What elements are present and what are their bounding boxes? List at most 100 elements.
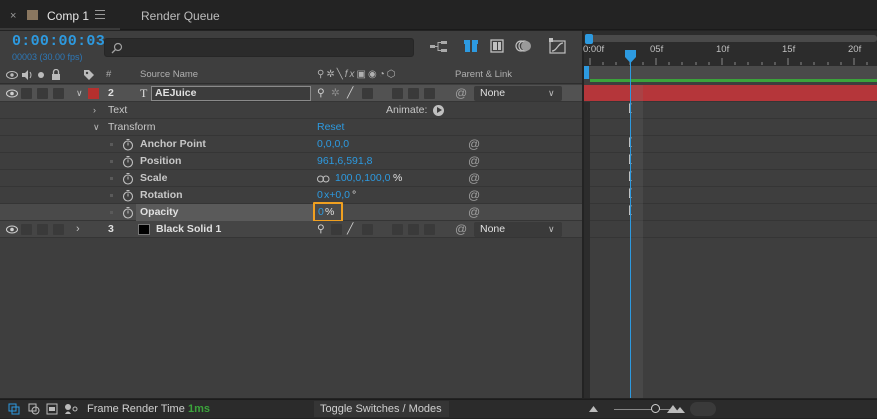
layer-switches-icon[interactable] <box>8 403 20 415</box>
collapse-switch-icon[interactable]: ✲ <box>331 85 340 102</box>
label-color-swatch[interactable] <box>88 88 99 99</box>
solo-switch[interactable] <box>37 88 48 99</box>
chevron-down-icon[interactable]: ∨ <box>548 85 555 102</box>
zoom-out-mountain-icon[interactable] <box>589 405 598 412</box>
video-visibility-icon[interactable] <box>6 70 18 80</box>
quality-switch-icon[interactable]: ╱ <box>347 221 353 238</box>
adjustment-switch[interactable] <box>408 88 419 99</box>
animate-play-icon[interactable] <box>433 105 444 116</box>
ruler-tick-label: 15f <box>782 44 796 55</box>
transform-group-row[interactable]: ∨ Transform Reset <box>0 119 582 136</box>
audio-switch[interactable] <box>21 224 32 235</box>
property-name: Rotation <box>140 189 183 201</box>
zoom-slider-thumb[interactable] <box>651 404 660 413</box>
layer-row-black-solid[interactable]: › 3 Black Solid 1 ⚲ ╱ @ None ∨ <box>0 221 582 238</box>
modes-icon[interactable] <box>28 403 40 415</box>
effect-switch[interactable] <box>362 88 373 99</box>
stopwatch-icon[interactable] <box>122 138 134 151</box>
work-area-start-handle[interactable] <box>584 66 589 79</box>
navigator-scroll[interactable] <box>690 402 716 416</box>
animate-label[interactable]: Animate: <box>386 102 427 119</box>
bullet <box>110 143 113 146</box>
timeline-left-margin <box>584 102 590 398</box>
property-value[interactable]: 961,6,591,8 <box>317 153 372 170</box>
frame-blending-icon[interactable] <box>490 39 504 53</box>
tab-menu-icon[interactable] <box>95 10 105 19</box>
constrain-proportions-link-icon[interactable] <box>317 175 330 183</box>
property-value[interactable]: 0 <box>318 204 324 221</box>
3d-switch[interactable] <box>424 88 435 99</box>
audio-switch[interactable] <box>21 88 32 99</box>
collapse-chevron-icon[interactable]: ∨ <box>93 119 100 136</box>
3d-switch[interactable] <box>424 224 435 235</box>
layer-duration-bar-aejuice[interactable] <box>584 85 877 102</box>
current-time-indicator-line[interactable] <box>630 55 631 398</box>
pick-whip-icon[interactable]: @ <box>468 153 480 170</box>
layer-name[interactable]: AEJuice <box>155 85 196 102</box>
solo-switch[interactable] <box>37 224 48 235</box>
solo-icon[interactable] <box>38 72 44 78</box>
work-area-bar[interactable] <box>584 66 877 79</box>
time-navigator[interactable] <box>587 35 877 42</box>
stopwatch-icon[interactable] <box>122 155 134 168</box>
lock-switch[interactable] <box>53 224 64 235</box>
motion-blur-switch[interactable] <box>392 224 403 235</box>
graph-editor-icon[interactable] <box>549 38 567 54</box>
pick-whip-icon[interactable]: @ <box>468 136 480 153</box>
audio-icon[interactable] <box>21 70 32 80</box>
property-value[interactable]: 100,0,100,0 <box>335 170 390 187</box>
expand-chevron-icon[interactable]: › <box>76 221 80 238</box>
stopwatch-icon[interactable] <box>122 189 134 202</box>
text-group-row[interactable]: › Text Animate: <box>0 102 582 119</box>
motion-blur-switch[interactable] <box>392 88 403 99</box>
navigator-start-handle[interactable] <box>585 34 593 44</box>
motion-blur-icon[interactable] <box>515 38 532 54</box>
pick-whip-icon[interactable]: @ <box>468 187 480 204</box>
quality-switch-icon[interactable]: ╱ <box>347 85 353 102</box>
shy-switch-icon[interactable]: ⚲ <box>317 85 325 102</box>
property-row-rotation[interactable]: Rotation 0 x+0,0 ° @ <box>0 187 582 204</box>
active-tab-indicator <box>0 28 120 30</box>
expand-chevron-icon[interactable]: › <box>93 102 96 119</box>
draft-3d-icon[interactable] <box>463 38 479 54</box>
chevron-down-icon[interactable]: ∨ <box>548 221 555 238</box>
current-time-display[interactable]: 0:00:00:03 <box>12 33 105 50</box>
lock-icon[interactable] <box>51 69 61 80</box>
property-row-opacity[interactable]: Opacity 0 % @ <box>0 202 582 222</box>
close-icon[interactable]: × <box>10 0 16 30</box>
layer-search-input[interactable] <box>104 38 414 57</box>
toggle-switches-modes-label[interactable]: Toggle Switches / Modes <box>320 400 442 419</box>
current-time-indicator-head[interactable] <box>624 49 637 64</box>
pick-whip-icon[interactable]: @ <box>468 170 480 187</box>
shy-switch-icon[interactable]: ⚲ <box>317 221 325 238</box>
layer-name[interactable]: Black Solid 1 <box>156 221 221 238</box>
render-time-icon[interactable] <box>64 403 78 415</box>
visibility-eye-icon[interactable] <box>6 224 18 235</box>
reset-link[interactable]: Reset <box>317 119 344 136</box>
composition-flowchart-icon[interactable] <box>430 40 448 54</box>
stopwatch-icon[interactable] <box>122 172 134 185</box>
pick-whip-icon[interactable]: @ <box>468 204 480 221</box>
stopwatch-icon[interactable] <box>122 206 134 219</box>
property-row-anchor-point[interactable]: Anchor Point 0,0,0,0 @ <box>0 136 582 153</box>
in-out-icon[interactable] <box>46 403 58 415</box>
column-source-name[interactable]: Source Name <box>140 66 198 84</box>
tab-render-queue[interactable]: Render Queue <box>141 0 220 30</box>
pick-whip-icon[interactable]: @ <box>455 85 467 102</box>
effect-switch[interactable] <box>362 224 373 235</box>
column-parent-link[interactable]: Parent & Link <box>455 66 512 84</box>
collapse-chevron-icon[interactable]: ∨ <box>76 85 83 102</box>
lock-switch[interactable] <box>53 88 64 99</box>
tab-comp[interactable]: Comp 1 <box>47 0 89 30</box>
label-icon[interactable] <box>83 69 95 81</box>
collapse-switch[interactable] <box>331 224 342 235</box>
property-row-position[interactable]: Position 961,6,591,8 @ <box>0 153 582 170</box>
property-value[interactable]: 0,0,0,0 <box>317 136 349 153</box>
property-row-scale[interactable]: Scale 100,0,100,0 % @ <box>0 170 582 187</box>
property-name: Scale <box>140 172 168 184</box>
pick-whip-icon[interactable]: @ <box>455 221 467 238</box>
visibility-eye-icon[interactable] <box>6 88 18 99</box>
adjustment-switch[interactable] <box>408 224 419 235</box>
layer-row-aejuice[interactable]: ∨ 2 T AEJuice ⚲ ✲ ╱ @ None ∨ <box>0 85 582 102</box>
zoom-in-mountain-icon[interactable] <box>667 403 685 413</box>
